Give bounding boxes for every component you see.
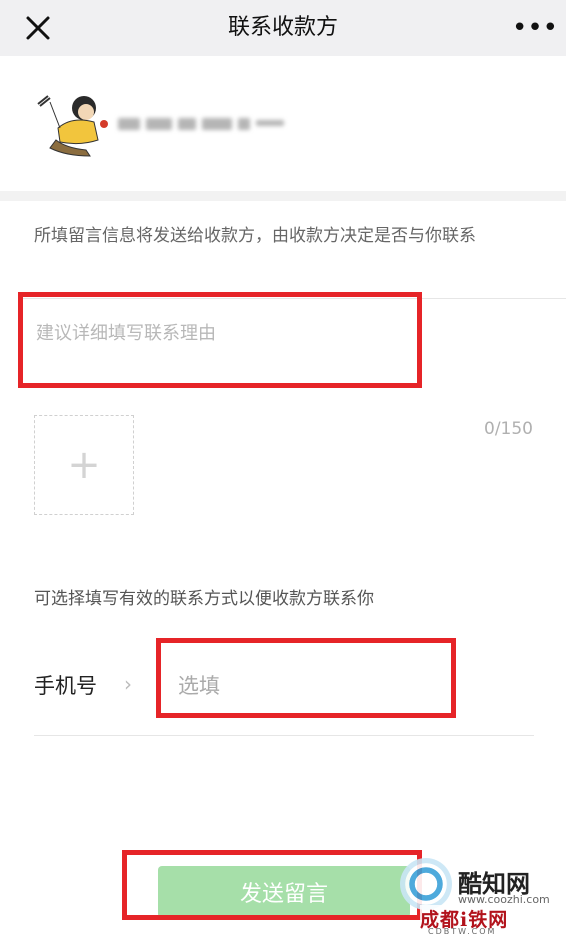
phone-input[interactable] xyxy=(178,666,428,706)
add-photo-button[interactable]: + xyxy=(34,415,134,515)
character-counter: 0/150 xyxy=(484,419,533,439)
navbar: 联系收款方 ••• xyxy=(0,0,566,56)
phone-label: 手机号 xyxy=(34,674,97,698)
message-input[interactable] xyxy=(36,312,396,354)
watermark-site: 成都i铁网 CDBTW.COM xyxy=(420,905,566,936)
message-hint: 所填留言信息将发送给收款方，由收款方决定是否与你联系 xyxy=(34,226,476,246)
divider xyxy=(22,298,566,299)
payee-profile xyxy=(0,56,566,191)
watermark-site-sub: CDBTW.COM xyxy=(428,927,497,936)
contact-hint: 可选择填写有效的联系方式以便收款方联系你 xyxy=(34,589,374,609)
more-icon[interactable]: ••• xyxy=(512,15,558,41)
send-message-button[interactable]: 发送留言 xyxy=(158,866,410,918)
plus-icon: + xyxy=(67,442,101,488)
divider xyxy=(34,735,534,736)
page-title: 联系收款方 xyxy=(227,15,338,40)
watermark-logo-icon xyxy=(400,858,452,910)
payee-name-blurred xyxy=(118,114,288,132)
section-separator xyxy=(0,191,566,201)
avatar xyxy=(36,94,112,158)
close-icon[interactable] xyxy=(22,12,54,44)
chevron-right-icon[interactable]: › xyxy=(124,672,132,696)
